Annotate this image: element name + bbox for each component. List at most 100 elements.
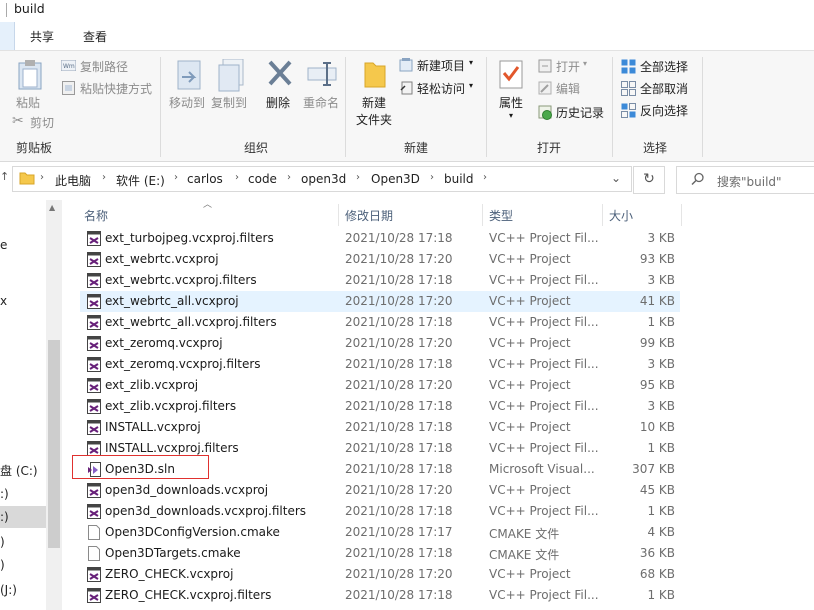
table-row[interactable]: ext_zlib.vcxproj 2021/10/28 17:20 VC++ Pro… bbox=[80, 375, 680, 396]
rename-button[interactable]: 重命名 bbox=[303, 94, 339, 111]
table-row[interactable]: ext_turbojpeg.vcxproj.filters 2021/10/28 … bbox=[80, 228, 680, 249]
filters-file-icon bbox=[87, 504, 101, 519]
table-row[interactable]: Open3DConfigVersion.cmake 2021/10/28 17:1… bbox=[80, 522, 680, 543]
vcxproj-file-icon bbox=[87, 567, 101, 582]
history-button[interactable]: 历史记录 bbox=[556, 104, 604, 121]
select-none-button[interactable]: 全部取消 bbox=[640, 80, 688, 97]
filters-file-icon bbox=[87, 588, 101, 603]
breadcrumb-chevron-icon: › bbox=[40, 172, 44, 183]
delete-button[interactable]: 删除 bbox=[266, 94, 290, 111]
new-folder-button-line2[interactable]: 文件夹 bbox=[356, 111, 392, 128]
table-row[interactable]: ext_zeromq.vcxproj.filters 2021/10/28 17:… bbox=[80, 354, 680, 375]
nav-item-drive-c[interactable]: 盘 (C:) bbox=[0, 462, 38, 479]
breadcrumb-item[interactable]: open3d bbox=[301, 172, 346, 186]
nav-item[interactable]: :) bbox=[0, 487, 9, 501]
address-bar[interactable]: › 此电脑 › 软件 (E:) › carlos › code › open3d… bbox=[12, 166, 632, 192]
new-item-button[interactable]: 新建项目 bbox=[417, 57, 465, 74]
table-row[interactable]: ZERO_CHECK.vcxproj 2021/10/28 17:20 VC++ P… bbox=[80, 564, 680, 585]
file-name: ext_webrtc.vcxproj.filters bbox=[105, 273, 257, 287]
paste-shortcut-icon bbox=[62, 81, 75, 98]
scroll-up-icon[interactable]: ▲ bbox=[49, 203, 55, 212]
table-row[interactable]: open3d_downloads.vcxproj.filters 2021/10/… bbox=[80, 501, 680, 522]
table-row[interactable]: ext_webrtc_all.vcxproj 2021/10/28 17:20 VC… bbox=[80, 291, 680, 312]
copy-path-button[interactable]: 复制路径 bbox=[80, 58, 128, 75]
file-date: 2021/10/28 17:18 bbox=[345, 420, 453, 434]
edit-button[interactable]: 编辑 bbox=[556, 80, 580, 97]
table-row[interactable]: ext_zeromq.vcxproj 2021/10/28 17:20 VC++ P… bbox=[80, 333, 680, 354]
move-to-button[interactable]: 移动到 bbox=[169, 94, 205, 111]
file-type: VC++ Project Fil... bbox=[489, 441, 599, 455]
table-row[interactable]: ext_webrtc_all.vcxproj.filters 2021/10/28… bbox=[80, 312, 680, 333]
paste-shortcut-button[interactable]: 粘贴快捷方式 bbox=[80, 80, 152, 97]
invert-selection-button[interactable]: 反向选择 bbox=[640, 102, 688, 119]
title-bar: build bbox=[0, 0, 814, 20]
file-date: 2021/10/28 17:20 bbox=[345, 252, 453, 266]
properties-button[interactable]: 属性 bbox=[499, 94, 523, 111]
file-size: 3 KB bbox=[647, 273, 675, 287]
breadcrumb-item[interactable]: carlos bbox=[187, 172, 223, 186]
nav-item[interactable]: ) bbox=[0, 558, 5, 572]
cut-button[interactable]: 剪切 bbox=[30, 114, 54, 131]
breadcrumb-item[interactable]: 软件 (E:) bbox=[116, 172, 165, 189]
search-input[interactable]: 搜索"build" bbox=[676, 166, 814, 194]
select-all-button[interactable]: 全部选择 bbox=[640, 58, 688, 75]
group-divider bbox=[702, 57, 703, 157]
file-date: 2021/10/28 17:20 bbox=[345, 294, 453, 308]
file-type: CMAKE 文件 bbox=[489, 548, 560, 562]
refresh-button[interactable]: ↻ bbox=[633, 166, 665, 194]
table-row[interactable]: ZERO_CHECK.vcxproj.filters 2021/10/28 17:… bbox=[80, 585, 680, 606]
cmake-file-icon bbox=[87, 525, 101, 540]
copy-path-icon: Wm bbox=[60, 59, 77, 74]
svg-text:Wm: Wm bbox=[63, 63, 75, 70]
nav-item[interactable]: ) bbox=[0, 535, 5, 549]
breadcrumb-item[interactable]: 此电脑 bbox=[55, 172, 91, 189]
new-item-icon bbox=[399, 58, 414, 75]
tab-share[interactable]: 共享 bbox=[30, 28, 54, 45]
nav-item[interactable]: х bbox=[0, 294, 7, 308]
breadcrumb-item[interactable]: Open3D bbox=[371, 172, 420, 186]
file-size: 1 KB bbox=[647, 441, 675, 455]
tab-file[interactable] bbox=[0, 22, 15, 50]
tab-view[interactable]: 查看 bbox=[83, 28, 107, 45]
table-row[interactable]: ext_zlib.vcxproj.filters 2021/10/28 17:18… bbox=[80, 396, 680, 417]
column-header-type[interactable]: 类型 bbox=[489, 207, 513, 224]
column-divider[interactable] bbox=[681, 204, 682, 226]
file-size: 307 KB bbox=[632, 462, 675, 476]
file-name: open3d_downloads.vcxproj bbox=[105, 483, 269, 497]
search-icon bbox=[691, 172, 705, 189]
column-divider[interactable] bbox=[602, 204, 603, 226]
easy-access-button[interactable]: 轻松访问 bbox=[417, 80, 465, 97]
nav-item[interactable]: (J:) bbox=[0, 583, 17, 597]
chevron-down-icon: ▾ bbox=[469, 81, 474, 90]
file-date: 2021/10/28 17:18 bbox=[345, 588, 453, 602]
table-row[interactable]: Open3DTargets.cmake 2021/10/28 17:18 CMAKE… bbox=[80, 543, 680, 564]
up-arrow-icon[interactable]: ↑ bbox=[0, 170, 9, 183]
file-date: 2021/10/28 17:18 bbox=[345, 399, 453, 413]
paste-button[interactable]: 粘贴 bbox=[16, 94, 40, 111]
table-row[interactable]: open3d_downloads.vcxproj 2021/10/28 17:20… bbox=[80, 480, 680, 501]
copy-to-button[interactable]: 复制到 bbox=[211, 94, 247, 111]
breadcrumb-item[interactable]: code bbox=[248, 172, 277, 186]
open-button[interactable]: 打开 bbox=[556, 58, 580, 75]
address-dropdown-icon[interactable]: ⌄ bbox=[611, 171, 621, 185]
column-header-name[interactable]: 名称 bbox=[84, 207, 108, 224]
history-icon bbox=[538, 105, 553, 123]
table-row[interactable]: INSTALL.vcxproj 2021/10/28 17:18 VC++ Proj… bbox=[80, 417, 680, 438]
file-type: VC++ Project Fil... bbox=[489, 588, 599, 602]
column-divider[interactable] bbox=[482, 204, 483, 226]
table-row[interactable]: ext_webrtc.vcxproj.filters 2021/10/28 17:… bbox=[80, 270, 680, 291]
vcxproj-file-icon bbox=[87, 420, 101, 435]
nav-item[interactable]: e bbox=[0, 238, 7, 252]
column-header-date[interactable]: 修改日期 bbox=[345, 207, 393, 224]
column-divider[interactable] bbox=[338, 204, 339, 226]
nav-scrollbar-thumb[interactable] bbox=[48, 340, 60, 548]
group-label-organize: 组织 bbox=[244, 141, 269, 155]
sort-ascending-icon: ︿ bbox=[203, 200, 213, 210]
column-header-size[interactable]: 大小 bbox=[609, 207, 633, 224]
new-folder-button[interactable]: 新建 bbox=[362, 94, 386, 111]
table-row[interactable]: ext_webrtc.vcxproj 2021/10/28 17:20 VC++ P… bbox=[80, 249, 680, 270]
group-label-select: 选择 bbox=[643, 141, 668, 155]
ribbon: 粘贴 Wm 复制路径 粘贴快捷方式 ✂ 剪切 剪贴板 移动到 复制到 删除 重命… bbox=[0, 50, 814, 162]
breadcrumb-item[interactable]: build bbox=[444, 172, 474, 186]
nav-item[interactable]: :) bbox=[0, 510, 9, 524]
